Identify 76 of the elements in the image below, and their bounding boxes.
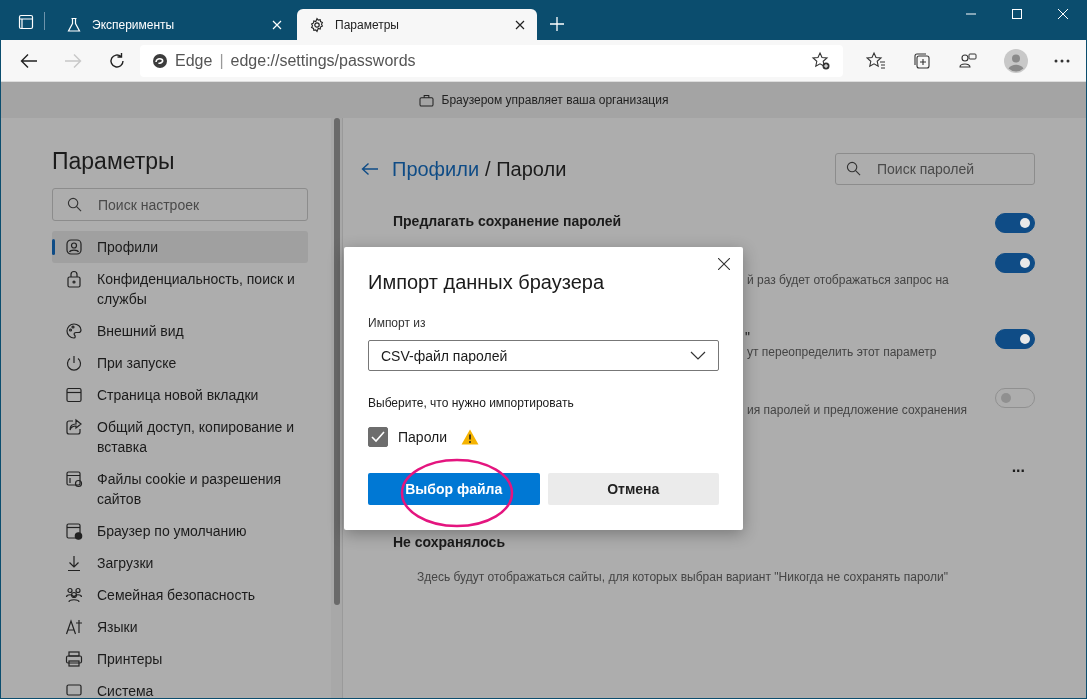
sidebar-item[interactable]: Профили: [52, 231, 308, 263]
more-icon[interactable]: [1054, 58, 1070, 63]
sidebar-item[interactable]: Загрузки: [52, 547, 308, 579]
setting-title-fragment: ": [744, 329, 750, 345]
menu-item-icon: [64, 237, 84, 257]
settings-icon: [309, 16, 325, 33]
people-icon[interactable]: [958, 50, 978, 71]
menu-item-icon: [64, 417, 84, 437]
managed-notice: Браузером управляет ваша организация: [441, 93, 669, 107]
sidebar-item[interactable]: Браузер по умолчанию: [52, 515, 308, 547]
sidebar-item[interactable]: Общий доступ, копирование и вставка: [52, 411, 308, 463]
search-icon: [67, 197, 82, 212]
close-tab-icon[interactable]: [515, 19, 525, 30]
maximize-icon[interactable]: [1012, 9, 1022, 19]
breadcrumb-link[interactable]: Профили: [392, 157, 480, 181]
import-source-dropdown[interactable]: CSV-файл паролей: [368, 340, 719, 371]
chevron-down-icon: [690, 351, 706, 360]
menu-item-icon: [64, 649, 84, 669]
section-title: Не сохранялось: [392, 534, 506, 550]
collections-icon[interactable]: [912, 50, 932, 71]
sidebar-item[interactable]: Принтеры: [52, 643, 308, 675]
dialog-title: Импорт данных браузера: [368, 271, 606, 294]
sidebar-item[interactable]: Языки: [52, 611, 308, 643]
search-field[interactable]: Поиск настроек: [52, 188, 308, 221]
sidebar-item[interactable]: При запуске: [52, 347, 308, 379]
choose-file-button[interactable]: Выбор файла: [368, 473, 540, 505]
refresh-icon[interactable]: [108, 51, 126, 70]
cancel-button[interactable]: Отмена: [547, 473, 719, 505]
new-tab-icon[interactable]: [550, 17, 564, 31]
sidebar-item[interactable]: Внешний вид: [52, 315, 308, 347]
field-label: Импорт из: [368, 316, 427, 330]
setting-description-fragment: й раз будет отображаться запрос на: [747, 273, 949, 287]
menu-item-icon: [64, 269, 84, 289]
browser-logo-icon: [152, 52, 168, 69]
browser-tab[interactable]: Эксперименты: [54, 9, 294, 40]
browser-tab[interactable]: Параметры: [297, 9, 537, 40]
toggle-switch[interactable]: [995, 253, 1035, 273]
avatar-icon[interactable]: [1004, 48, 1028, 73]
menu-item-icon: [64, 617, 84, 637]
sidebar-item[interactable]: Конфиденциальность, поиск и службы: [52, 263, 308, 315]
url-separator: |: [219, 51, 224, 70]
back-arrow-icon[interactable]: [361, 162, 379, 176]
back-icon[interactable]: [20, 51, 38, 70]
setting-description-fragment: ия паролей и предложение сохранения: [747, 403, 967, 417]
sidebar-item[interactable]: Страница новой вкладки: [52, 379, 308, 411]
sidebar-item[interactable]: Система: [52, 675, 308, 698]
close-icon[interactable]: [718, 258, 730, 270]
toggle-switch[interactable]: [995, 329, 1035, 349]
menu-item-icon: [64, 321, 84, 341]
address-bar[interactable]: Edge | edge://settings/passwords: [140, 44, 843, 77]
menu-item-icon: [64, 353, 84, 373]
menu-item-icon: [64, 385, 84, 405]
sidebar-item[interactable]: Файлы cookie и разрешения сайтов: [52, 463, 308, 515]
menu-item-icon: [64, 469, 84, 489]
briefcase-icon: [418, 93, 434, 107]
scrollbar-thumb[interactable]: [333, 118, 340, 605]
sidebar-item[interactable]: Семейная безопасность: [52, 579, 308, 611]
empty-list-message: Здесь будут отображаться сайты, для которых выбран вариант "Никогда не сохранять пароли": [416, 570, 949, 584]
sidebar-title: Параметры: [52, 148, 176, 175]
menu-item-icon: [64, 521, 84, 541]
more-options-button[interactable]: ...: [1011, 458, 1025, 534]
checkbox[interactable]: [368, 427, 388, 447]
tab-actions-icon[interactable]: [18, 14, 34, 30]
add-favorite-icon[interactable]: [811, 50, 831, 71]
flask-icon: [66, 16, 82, 33]
favorites-icon[interactable]: [866, 50, 886, 71]
instruction-text: Выберите, что нужно импортировать: [368, 396, 575, 410]
setting-title: Предлагать сохранение паролей: [393, 213, 622, 229]
search-icon: [846, 161, 861, 176]
toggle-switch[interactable]: [995, 213, 1035, 233]
menu-item-icon: [64, 585, 84, 605]
menu-item-icon: [64, 681, 84, 698]
password-search-field[interactable]: Поиск паролей: [835, 153, 1035, 185]
page-title: / Пароли: [485, 157, 567, 181]
checkbox-label: Пароли: [398, 429, 448, 445]
setting-description-fragment: ут переопределить этот параметр: [747, 345, 937, 359]
